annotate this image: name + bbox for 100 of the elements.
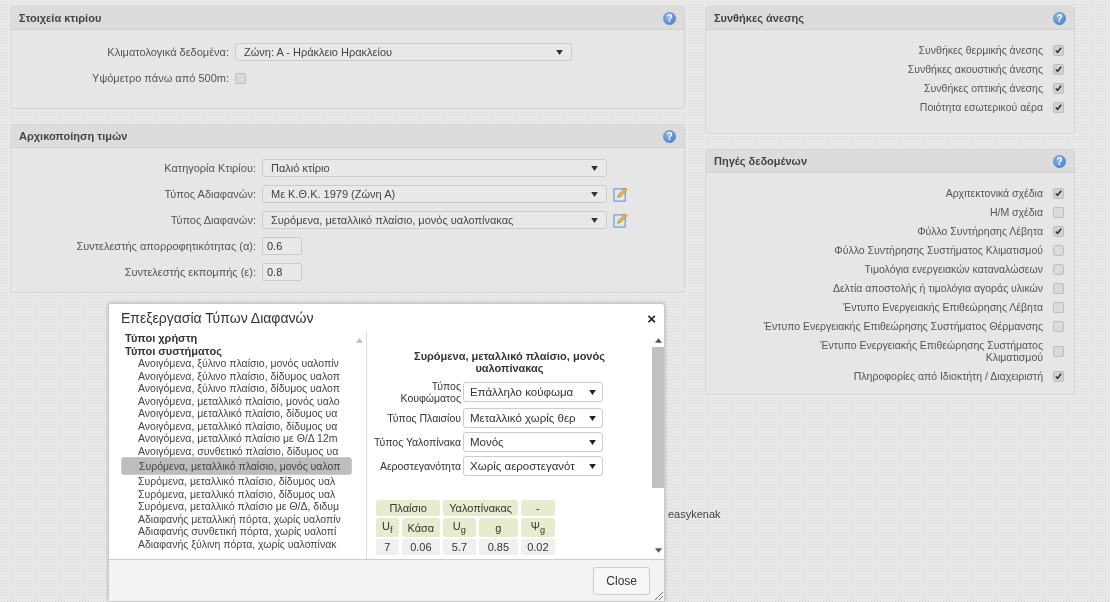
- close-button[interactable]: Close: [593, 566, 650, 595]
- select-field[interactable]: Με Κ.Θ.Κ. 1979 (Ζώνη Α): [262, 185, 607, 203]
- checkbox[interactable]: [1053, 282, 1064, 294]
- input-field[interactable]: 0.8: [262, 263, 302, 281]
- tree-item[interactable]: Συρόμενα, μεταλλικό πλαίσιο με Θ/Δ, διδυμ: [121, 500, 352, 513]
- tree-item[interactable]: Ανοιγόμενα, ξύλινο πλαίσιο, δίδυμος υαλοπ: [121, 369, 352, 382]
- input-field[interactable]: 0.6: [262, 237, 302, 255]
- scroll-down-icon[interactable]: [654, 548, 662, 553]
- column-header: U$_{g}$: [443, 518, 476, 538]
- checkbox[interactable]: [1053, 225, 1064, 237]
- select-field[interactable]: Παλιό κτίριο: [262, 159, 607, 177]
- tree-item[interactable]: Ανοιγόμενα, μεταλλικό πλαίσιο, δίδυμος υα: [121, 419, 352, 432]
- tree-item[interactable]: Ανοιγόμενα, ξύλινο πλαίσιο, μονός υαλοπίν: [121, 357, 352, 370]
- checkbox-label: Φύλλο Συντήρησης Λέβητα: [917, 225, 1043, 237]
- field-label: Αεροστεγανότητα: [378, 460, 461, 472]
- tree-item[interactable]: Συρόμενα, μεταλλικό πλαίσιο, δίδυμος υαλ: [121, 475, 352, 488]
- table-header: Υαλοπίνακας: [443, 500, 519, 516]
- tree-item[interactable]: Συρόμενα, μεταλλικό πλαίσιο, μονός υαλοπ: [121, 457, 352, 475]
- tree-item[interactable]: Ανοιγόμενα, μεταλλικό πλαίσιο, δίδυμος υα: [121, 407, 352, 420]
- footer-text: easykenak: [668, 508, 721, 520]
- scroll-up-icon[interactable]: [654, 338, 662, 343]
- tree-group[interactable]: Τύποι χρήστη: [121, 332, 352, 345]
- table-cell: 7: [376, 539, 399, 556]
- field-label: Τύπος Διαφανών:: [169, 214, 256, 226]
- checkbox[interactable]: [1053, 187, 1064, 199]
- detail-heading: Συρόμενα, μεταλλικό πλαίσιο, μονός υαλοπίνακας: [413, 350, 606, 374]
- panel-title: Αρχικοποίηση τιμών: [19, 130, 128, 142]
- panel-title: Στοιχεία κτιρίου: [19, 12, 102, 24]
- edit-icon[interactable]: [613, 212, 628, 228]
- table-cell: 5.7: [443, 539, 476, 556]
- close-button[interactable]: ×: [647, 309, 656, 327]
- checkbox[interactable]: [1053, 44, 1064, 56]
- dialog-title: Επεξεργασία Τύπων Διαφανών: [121, 310, 314, 326]
- checkbox[interactable]: [1053, 301, 1064, 313]
- tree-item[interactable]: Αδιαφανής συνθετική πόρτα, χωρίς υαλοπί: [121, 525, 352, 538]
- caret-icon: [589, 439, 596, 445]
- column-header: U$_{f}$: [376, 518, 399, 538]
- checkbox[interactable]: [1053, 206, 1064, 218]
- field-label: Συντελεστής απορροφητικότητας (α):: [75, 240, 256, 252]
- caret-icon: [589, 389, 596, 395]
- edit-icon[interactable]: [613, 186, 628, 202]
- tree-item[interactable]: Ανοιγόμενα, μεταλλικό πλαίσιο, μονός υαλο: [121, 394, 352, 407]
- panel-title: Συνθήκες άνεσης: [714, 12, 804, 24]
- field-label: Συντελεστής εκπομπής (ε):: [123, 266, 256, 278]
- checkbox-label: Συνθήκες ακουστικής άνεσης: [907, 63, 1043, 75]
- table-cell: 0.06: [401, 539, 441, 556]
- column-header: g: [478, 518, 519, 538]
- table-cell: 0.02: [521, 539, 555, 556]
- checkbox[interactable]: [1053, 320, 1064, 332]
- field-label: Τύπος Πλαισίου: [386, 412, 461, 424]
- caret-icon: [589, 463, 596, 469]
- checkbox[interactable]: [1053, 345, 1064, 357]
- checkbox[interactable]: [235, 72, 246, 84]
- checkbox-label: Έντυπο Ενεργειακής Επιθεώρησης Συστήματος Κλιματισμού: [819, 339, 1043, 363]
- checkbox-label: Αρχιτεκτονικά σχέδια: [945, 187, 1043, 199]
- field-label: Τύπος Υαλοπίνακα: [373, 436, 461, 448]
- select-field[interactable]: Μονός: [463, 432, 603, 452]
- checkbox-label: Δελτία αποστολής ή τιμολόγια αγοράς υλικών: [832, 282, 1043, 294]
- field-label: Τύπος Κουφώματος: [399, 380, 461, 404]
- tree-item[interactable]: Συρόμενα, μεταλλικό πλαίσιο, δίδυμος υαλ: [121, 487, 352, 500]
- checkbox-label: Συνθήκες θερμικής άνεσης: [918, 44, 1043, 56]
- checkbox-label: Συνθήκες οπτικής άνεσης: [924, 82, 1043, 94]
- checkbox[interactable]: [1053, 263, 1064, 275]
- checkbox[interactable]: [1053, 63, 1064, 75]
- checkbox[interactable]: [1053, 244, 1064, 256]
- caret-icon: [556, 49, 563, 55]
- tree-group[interactable]: Τύποι συστήματος: [121, 344, 352, 357]
- tree-item[interactable]: Αδιαφανής ξύλινη πόρτα, χωρίς υαλοπίνακ: [121, 537, 352, 550]
- table-header: Πλαίσιο: [376, 500, 441, 516]
- tree-item[interactable]: Αδιαφανής μεταλλική πόρτα, χωρίς υαλοπίν: [121, 512, 352, 525]
- column-header: Ψ$_{g}$: [521, 518, 555, 538]
- checkbox-label: Η/Μ σχέδια: [989, 206, 1043, 218]
- checkbox[interactable]: [1053, 82, 1064, 94]
- panel-title: Πηγές δεδομένων: [714, 155, 808, 167]
- tree-item[interactable]: Ανοιγόμενα, ξύλινο πλαίσιο, δίδυμος υαλοπ: [121, 382, 352, 395]
- resize-grip-icon[interactable]: [653, 590, 663, 600]
- scrollbar-thumb[interactable]: [652, 347, 664, 488]
- select-field[interactable]: Συρόμενα, μεταλλικό πλαίσιο, μονός υαλοπίνακας: [262, 211, 607, 229]
- caret-icon: [591, 217, 598, 223]
- tree-item[interactable]: Ανοιγόμενα, μεταλλικό πλαίσιο με Θ/Δ 12m: [121, 432, 352, 445]
- select-field[interactable]: Χωρίς αεροστεγανότ: [463, 456, 603, 476]
- checkbox-label: Φύλλο Συντήρησης Συστήματος Κλιματισμού: [834, 244, 1043, 256]
- checkbox-label: Έντυπο Ενεργειακής Επιθεώρησης Συστήματος Θέρμανσης: [763, 320, 1043, 332]
- field-label: Κλιματολογικά δεδομένα:: [106, 46, 229, 58]
- select-field[interactable]: Μεταλλικό χωρίς θερ: [463, 408, 603, 428]
- caret-icon: [591, 165, 598, 171]
- field-label: Υψόμετρο πάνω από 500m:: [91, 72, 229, 84]
- table-cell: 0.85: [478, 539, 519, 556]
- checkbox[interactable]: [1053, 370, 1064, 382]
- field-label: Κατηγορία Κτιρίου:: [163, 162, 256, 174]
- checkbox-label: Πληροφορίες από Ιδιοκτήτη / Διαχειριστή: [853, 370, 1043, 382]
- tree-item[interactable]: Ανοιγόμενα, συνθετικό πλαίσιο, δίδυμος υα: [121, 444, 352, 457]
- checkbox[interactable]: [1053, 101, 1064, 113]
- checkbox-label: Τιμολόγια ενεργειακών καταναλώσεων: [864, 263, 1043, 275]
- checkbox-label: Έντυπο Ενεργειακής Επιθεώρησης Λέβητα: [843, 301, 1043, 313]
- select-field[interactable]: Επάλληλο κούφωμα: [463, 382, 603, 402]
- select-field[interactable]: Ζώνη: Α - Ηράκλειο Ηρακλείου: [235, 43, 572, 61]
- table-header: -: [521, 500, 555, 516]
- column-header: Κάσα: [401, 518, 441, 538]
- checkbox-label: Ποιότητα εσωτερικού αέρα: [919, 101, 1043, 113]
